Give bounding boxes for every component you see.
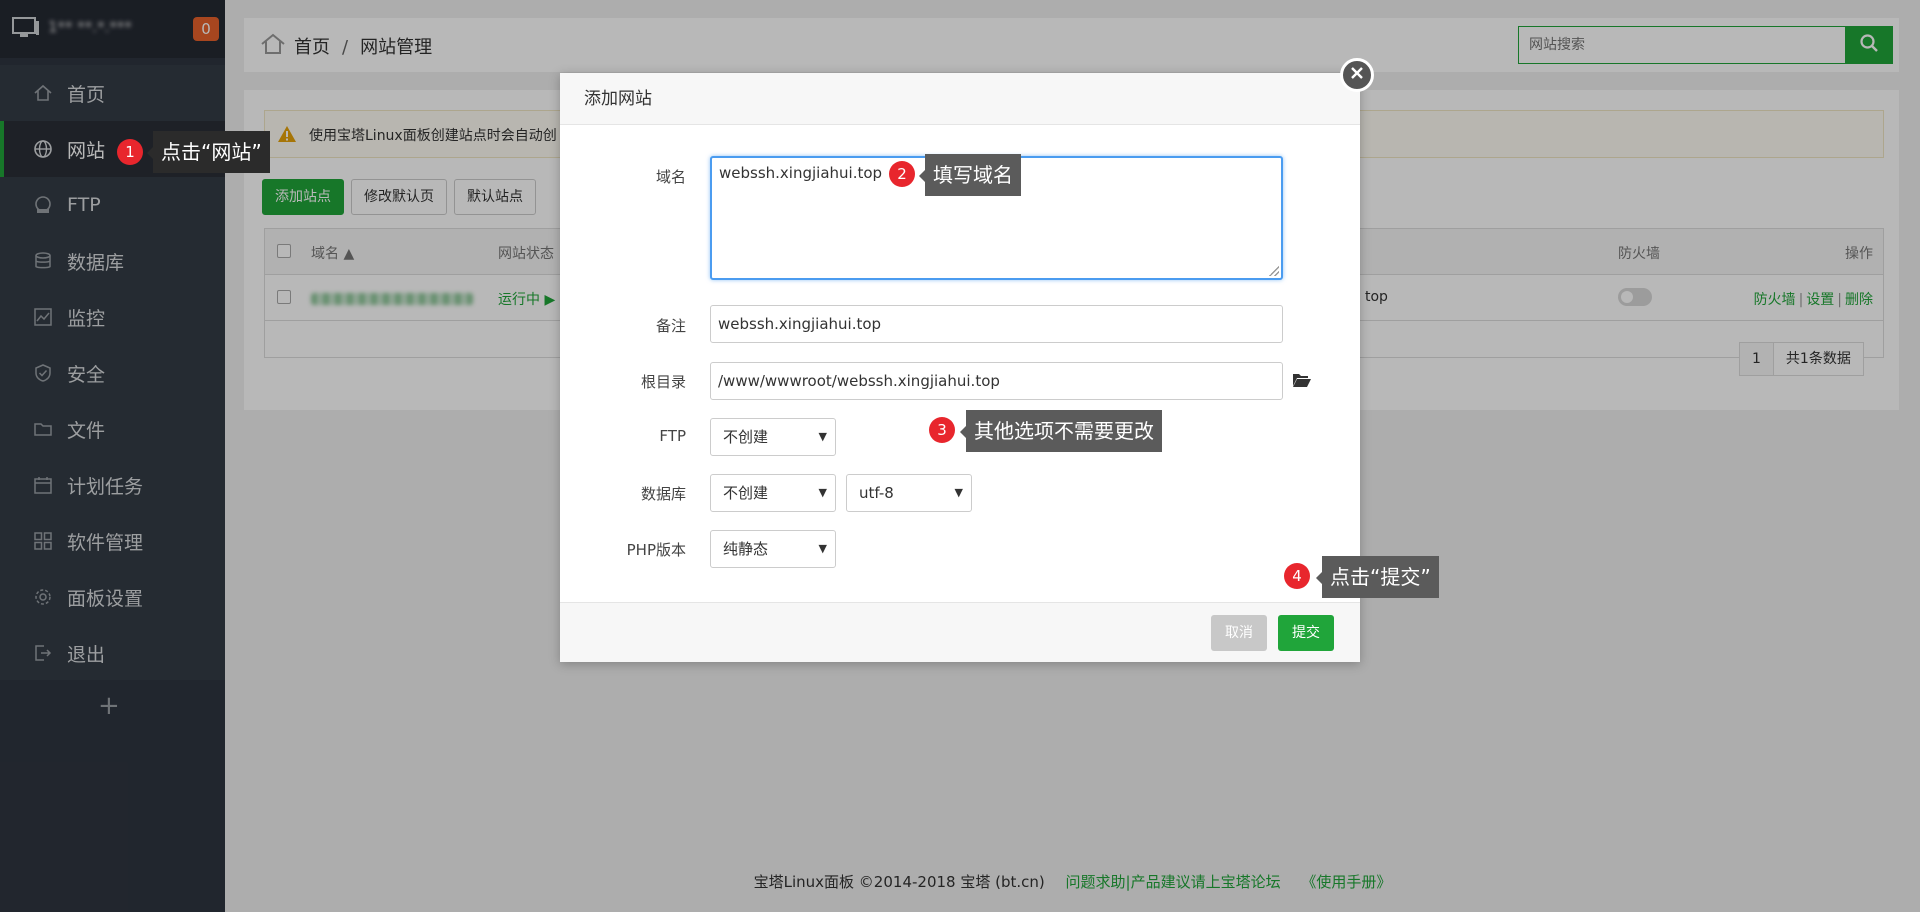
callout-number-3: 3 bbox=[929, 417, 955, 443]
charset-select[interactable]: utf-8 ▼ bbox=[846, 474, 972, 512]
close-dialog-button[interactable] bbox=[1340, 58, 1374, 92]
php-version-label: PHP版本 bbox=[626, 541, 686, 559]
php-version-select[interactable]: 纯静态 ▼ bbox=[710, 530, 836, 568]
callout-4: 点击“提交” bbox=[1316, 556, 1439, 598]
callout-number-4: 4 bbox=[1284, 563, 1310, 589]
remark-label: 备注 bbox=[655, 317, 686, 335]
database-select[interactable]: 不创建 ▼ bbox=[710, 474, 836, 512]
root-dir-input[interactable]: /www/wwwroot/webssh.xingjiahui.top bbox=[710, 362, 1283, 400]
resize-handle[interactable] bbox=[1269, 266, 1279, 276]
callout-2: 填写域名 bbox=[919, 154, 1021, 196]
callout-3: 其他选项不需要更改 bbox=[960, 410, 1162, 452]
callout-number-2: 2 bbox=[889, 161, 915, 187]
dialog-title: 添加网站 bbox=[560, 73, 1360, 125]
database-label: 数据库 bbox=[640, 485, 686, 503]
root-dir-label: 根目录 bbox=[640, 373, 686, 391]
remark-input[interactable]: webssh.xingjiahui.top bbox=[710, 305, 1283, 343]
callout-1: 点击“网站” bbox=[147, 131, 270, 173]
cancel-button[interactable]: 取消 bbox=[1211, 615, 1267, 651]
ftp-label: FTP bbox=[659, 427, 686, 445]
close-icon bbox=[1350, 66, 1364, 84]
dialog-footer: 取消 提交 bbox=[560, 602, 1360, 662]
ftp-select[interactable]: 不创建 ▼ bbox=[710, 418, 836, 456]
folder-open-icon[interactable] bbox=[1292, 372, 1312, 392]
submit-button[interactable]: 提交 bbox=[1278, 615, 1334, 651]
callout-number-1: 1 bbox=[117, 139, 143, 165]
domain-label: 域名 bbox=[655, 168, 686, 186]
